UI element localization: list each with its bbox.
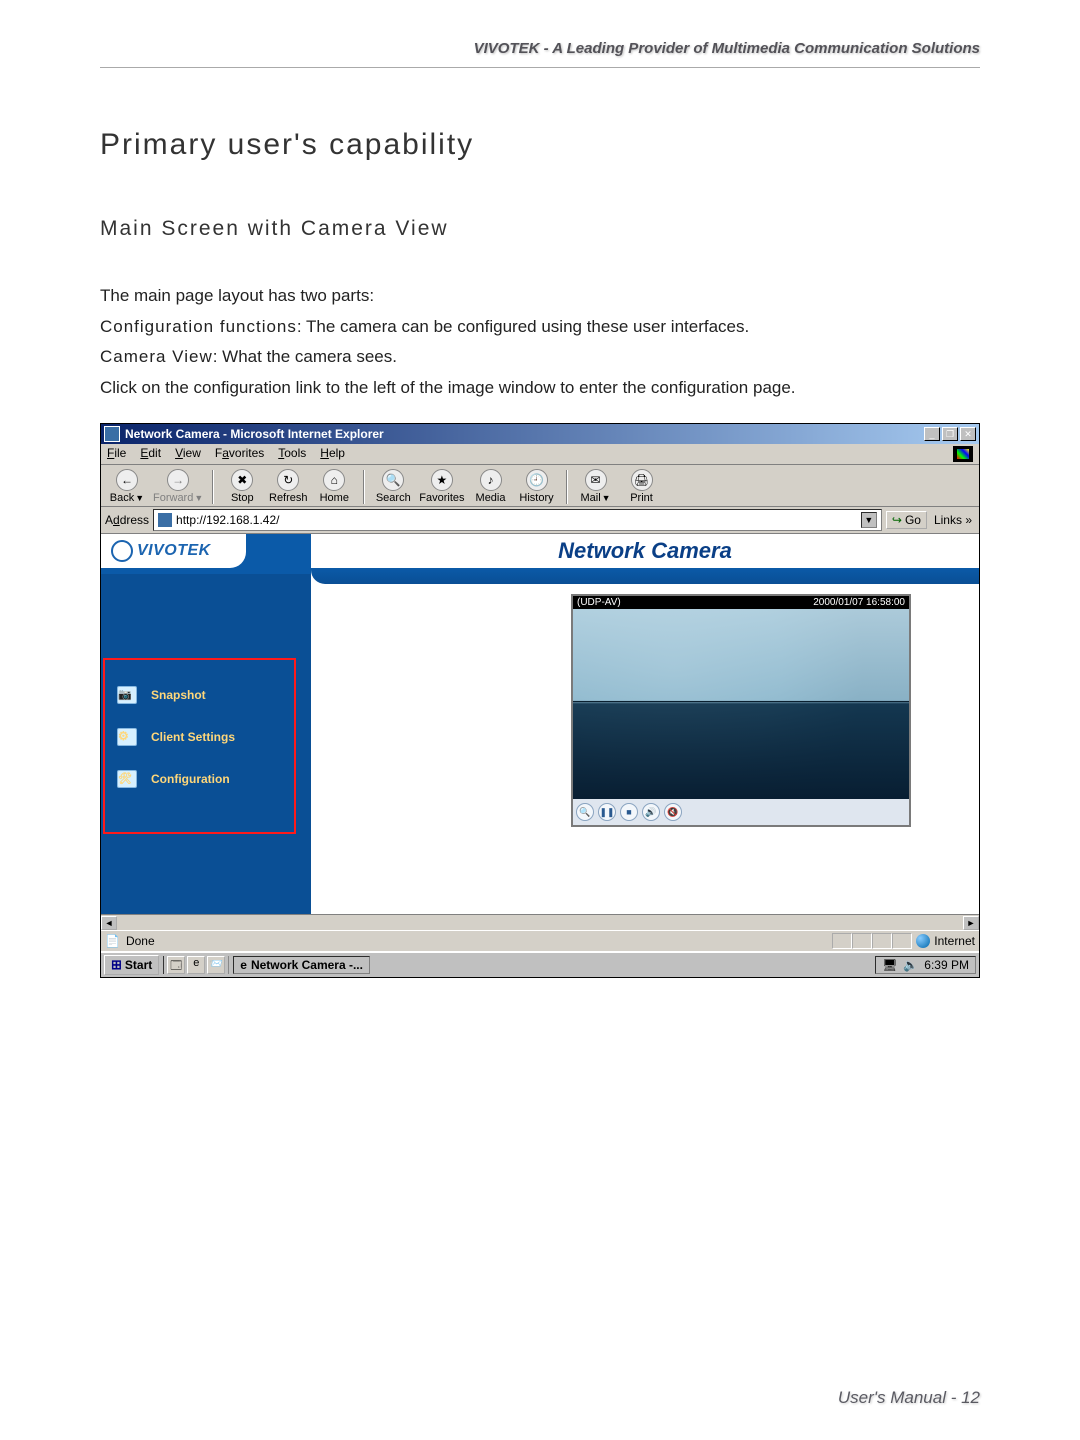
body-paragraph: The main page layout has two parts: Conf… xyxy=(100,281,980,403)
menu-bar: File Edit View Favorites Tools Help xyxy=(101,444,979,465)
zone-text: Internet xyxy=(934,934,975,948)
config-label: Configuration functions xyxy=(100,317,297,336)
chevron-down-icon[interactable]: ▼ xyxy=(602,493,611,503)
quick-launch-icon[interactable]: 🗔 xyxy=(167,956,185,974)
media-button[interactable]: ♪Media xyxy=(471,469,511,504)
status-bar: 📄 Done Internet xyxy=(101,930,979,951)
address-dropdown-icon[interactable]: ▼ xyxy=(861,512,877,528)
taskbar: Start 🗔 e 📨 e Network Camera -... 🖥 🔈 6:… xyxy=(101,951,979,977)
timestamp-overlay: 2000/01/07 16:58:00 xyxy=(813,597,905,608)
heading-primary: Primary user's capability xyxy=(100,128,980,162)
status-text: Done xyxy=(126,934,155,948)
camera-icon xyxy=(117,686,137,704)
sidebar-label: Snapshot xyxy=(151,688,206,702)
mute-button[interactable]: 🔇 xyxy=(664,803,682,821)
address-bar: Address http://192.168.1.42/ ▼ Go Links … xyxy=(101,507,979,534)
brand-logo: VIVOTEK xyxy=(101,534,246,568)
intro-line: The main page layout has two parts: xyxy=(100,286,374,305)
horizontal-scrollbar[interactable]: ◄ ► xyxy=(101,914,979,930)
home-button[interactable]: ⌂Home xyxy=(314,469,354,504)
heading-secondary: Main Screen with Camera View xyxy=(100,217,980,241)
mail-button[interactable]: ✉Mail▼ xyxy=(576,469,616,504)
maximize-button[interactable]: ❐ xyxy=(942,427,958,441)
page-content: VIVOTEK Snapshot Client Settings Configu… xyxy=(101,534,979,914)
start-button[interactable]: Start xyxy=(104,955,159,975)
window-title: Network Camera - Microsoft Internet Expl… xyxy=(125,427,384,441)
tray-icon[interactable]: 🔈 xyxy=(903,958,918,972)
sidebar-item-configuration[interactable]: Configuration xyxy=(117,770,288,788)
menu-file[interactable]: File xyxy=(107,446,126,462)
chevron-down-icon[interactable]: ▼ xyxy=(135,493,144,503)
sidebar-label: Configuration xyxy=(151,772,230,786)
sidebar-highlight-box: Snapshot Client Settings Configuration xyxy=(103,658,296,834)
quick-launch-icon[interactable]: e xyxy=(187,956,205,974)
page-icon: 📄 xyxy=(105,934,120,948)
config-desc: : The camera can be configured using the… xyxy=(297,317,749,336)
menu-help[interactable]: Help xyxy=(320,446,345,462)
search-button[interactable]: 🔍Search xyxy=(373,469,413,504)
page-footer: User's Manual - 12 xyxy=(838,1388,980,1408)
doc-header: VIVOTEK - A Leading Provider of Multimed… xyxy=(100,40,980,68)
camera-view-desc: : What the camera sees. xyxy=(213,347,397,366)
quick-launch-icon[interactable]: 📨 xyxy=(207,956,225,974)
sidebar-label: Client Settings xyxy=(151,730,235,744)
zoom-button[interactable]: 🔍 xyxy=(576,803,594,821)
address-label: Address xyxy=(105,513,149,527)
sidebar-item-snapshot[interactable]: Snapshot xyxy=(117,686,288,704)
clock: 6:39 PM xyxy=(924,958,969,972)
window-titlebar[interactable]: Network Camera - Microsoft Internet Expl… xyxy=(101,424,979,444)
toolbar: ←Back▼ →Forward▼ ✖Stop ↻Refresh ⌂Home 🔍S… xyxy=(101,465,979,507)
ie-task-icon: e xyxy=(240,958,247,972)
task-label: Network Camera -... xyxy=(251,958,363,972)
close-button[interactable]: ✕ xyxy=(960,427,976,441)
tools-icon xyxy=(117,770,137,788)
camera-view: (UDP-AV) 2000/01/07 16:58:00 🔍 ❚❚ ■ 🔊 🔇 xyxy=(571,594,911,827)
volume-button[interactable]: 🔊 xyxy=(642,803,660,821)
gear-icon xyxy=(117,728,137,746)
stop-video-button[interactable]: ■ xyxy=(620,803,638,821)
taskbar-task[interactable]: e Network Camera -... xyxy=(233,956,370,974)
ie-app-icon xyxy=(104,426,120,442)
scroll-right-icon[interactable]: ► xyxy=(963,916,979,930)
url-text: http://192.168.1.42/ xyxy=(176,513,279,527)
menu-favorites[interactable]: Favorites xyxy=(215,446,264,462)
quick-launch: 🗔 e 📨 xyxy=(163,956,229,974)
links-button[interactable]: Links » xyxy=(931,511,975,529)
menu-edit[interactable]: Edit xyxy=(140,446,161,462)
ie-window: Network Camera - Microsoft Internet Expl… xyxy=(100,423,980,978)
menu-view[interactable]: View xyxy=(175,446,201,462)
refresh-button[interactable]: ↻Refresh xyxy=(268,469,308,504)
back-button[interactable]: ←Back▼ xyxy=(107,469,147,504)
favorites-button[interactable]: ★Favorites xyxy=(419,469,464,504)
video-controls: 🔍 ❚❚ ■ 🔊 🔇 xyxy=(573,799,909,825)
print-button[interactable]: 🖨Print xyxy=(622,469,662,504)
camera-image xyxy=(573,609,909,799)
chevron-down-icon[interactable]: ▼ xyxy=(194,493,203,503)
globe-icon xyxy=(916,934,930,948)
menu-tools[interactable]: Tools xyxy=(278,446,306,462)
click-instruction: Click on the configuration link to the l… xyxy=(100,378,796,397)
scroll-left-icon[interactable]: ◄ xyxy=(101,916,117,930)
ie-throbber-icon xyxy=(953,446,973,462)
camera-view-label: Camera View xyxy=(100,347,213,366)
pause-button[interactable]: ❚❚ xyxy=(598,803,616,821)
tray-icon[interactable]: 🖥 xyxy=(882,958,897,972)
page-icon xyxy=(158,513,172,527)
history-button[interactable]: 🕘History xyxy=(517,469,557,504)
minimize-button[interactable]: _ xyxy=(924,427,940,441)
go-button[interactable]: Go xyxy=(886,511,927,529)
address-input[interactable]: http://192.168.1.42/ ▼ xyxy=(153,509,882,531)
forward-button[interactable]: →Forward▼ xyxy=(153,469,203,504)
system-tray[interactable]: 🖥 🔈 6:39 PM xyxy=(875,956,976,974)
stream-protocol-overlay: (UDP-AV) xyxy=(577,597,621,608)
stop-button[interactable]: ✖Stop xyxy=(222,469,262,504)
sidebar-item-client-settings[interactable]: Client Settings xyxy=(117,728,288,746)
sidebar: VIVOTEK Snapshot Client Settings Configu… xyxy=(101,534,311,914)
